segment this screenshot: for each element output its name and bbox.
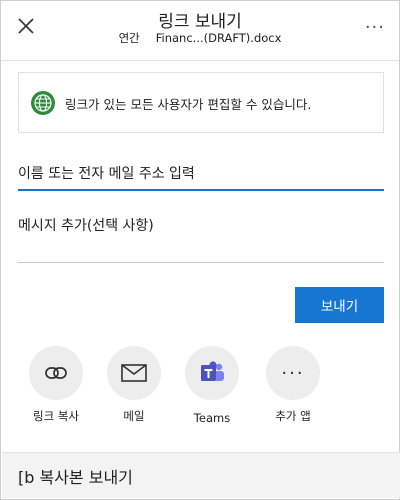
header-divider — [1, 60, 399, 61]
recipient-input[interactable] — [18, 159, 384, 191]
app-copy-link[interactable]: 링크 복사 — [28, 346, 84, 424]
teams-icon — [201, 361, 224, 381]
file-name: Financ...(DRAFT).docx — [155, 31, 282, 45]
permission-text: 링크가 있는 모든 사용자가 편집할 수 있습니다. — [65, 97, 312, 112]
app-copy-link-circle — [29, 346, 83, 400]
more-options-button[interactable]: ··· — [365, 17, 385, 38]
link-permission-setting[interactable]: 링크가 있는 모든 사용자가 편집할 수 있습니다. — [18, 72, 384, 133]
file-info: 연간 Financ...(DRAFT).docx — [1, 30, 399, 46]
send-copy-button[interactable]: [b 복사본 보내기 — [2, 452, 400, 498]
send-button[interactable]: 보내기 — [295, 287, 384, 323]
app-more-apps-circle: ··· — [266, 346, 320, 400]
app-more-apps-label: 추가 앱 — [275, 409, 311, 423]
share-dialog: 링크 보내기 연간 Financ...(DRAFT).docx ··· 링크가 있… — [0, 0, 400, 500]
more-apps-icon: ··· — [281, 362, 305, 384]
app-mail-circle — [107, 346, 161, 400]
more-icon: ··· — [364, 17, 385, 38]
file-sub-label: 연간 — [118, 31, 140, 45]
dialog-header: 링크 보내기 연간 Financ...(DRAFT).docx ··· — [1, 1, 399, 53]
globe-icon — [31, 91, 55, 115]
send-copy-label: [b 복사본 보내기 — [18, 468, 133, 487]
link-icon — [45, 367, 67, 379]
app-mail[interactable]: 메일 — [106, 346, 162, 424]
mail-icon — [121, 364, 147, 382]
message-input[interactable] — [18, 215, 384, 263]
app-teams-circle — [185, 346, 239, 400]
app-teams[interactable]: Teams — [184, 346, 240, 425]
dialog-title: 링크 보내기 — [158, 12, 242, 32]
app-more-apps[interactable]: ··· 추가 앱 — [265, 346, 321, 424]
